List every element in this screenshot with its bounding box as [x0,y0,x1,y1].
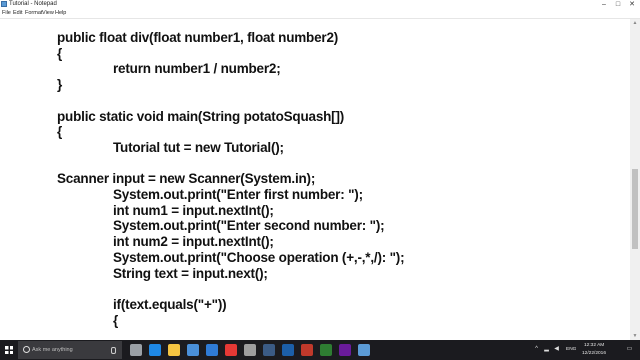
scroll-down-arrow-icon[interactable]: ▼ [630,332,640,340]
photoshop-icon[interactable] [282,344,294,356]
window-title: Tutorial - Notepad [9,1,57,7]
start-button[interactable] [0,340,18,360]
app-icon-12[interactable] [339,344,351,356]
code-line: if(text.equals("+")) [113,296,227,312]
app-icon-10[interactable] [301,344,313,356]
code-line: System.out.print("Choose operation (+,-,… [113,249,405,265]
edge-icon[interactable] [149,344,161,356]
code-line: return number1 / number2; [113,61,281,77]
code-line: Scanner input = new Scanner(System.in); [57,171,316,187]
code-line: public static void main(String potatoSqu… [57,108,345,124]
code-line: { [113,312,119,328]
menu-bar: File Edit Format View Help [0,9,640,19]
menu-format[interactable]: Format [25,9,42,18]
scroll-up-arrow-icon[interactable]: ▲ [630,19,640,27]
scroll-thumb[interactable] [632,169,638,249]
steam-icon[interactable] [263,344,275,356]
code-line: String text = input.next(); [113,265,268,281]
volume-icon[interactable]: ◀ [553,346,560,353]
code-line: int num2 = input.nextInt(); [113,234,274,250]
chrome-icon[interactable] [225,344,237,356]
notifications-icon[interactable]: ▭ [626,346,633,353]
chevron-up-icon[interactable]: ^ [533,346,540,353]
settings-icon[interactable] [244,344,256,356]
code-line: { [57,45,63,61]
maximize-button[interactable]: □ [612,0,624,9]
code-line: Tutorial tut = new Tutorial(); [113,139,284,155]
code-line: public float div(float number1, float nu… [57,30,339,45]
store-icon[interactable] [187,344,199,356]
title-bar: Tutorial - Notepad – □ ✕ [0,0,640,9]
file-explorer-icon[interactable] [168,344,180,356]
network-icon[interactable]: ▂ [543,346,550,353]
notepad-app-icon [1,1,7,7]
menu-edit[interactable]: Edit [13,9,22,18]
app-icon-11[interactable] [320,344,332,356]
search-placeholder: Ask me anything [32,347,73,353]
microphone-icon[interactable] [111,347,116,354]
search-box[interactable]: Ask me anything [18,341,122,359]
vertical-scrollbar[interactable]: ▲ ▼ [630,19,640,340]
code-line: System.out.print("Enter first number: ")… [113,187,363,202]
windows-logo-icon [5,346,13,354]
notepad-icon[interactable] [358,344,370,356]
code-line: { [57,124,63,140]
clock-time[interactable]: 12:32 AM [584,343,604,348]
taskbar: Ask me anything ^ ▂ ◀ ENG 12:32 AM 12/22… [0,340,640,360]
task-view-icon[interactable] [130,344,142,356]
code-line: System.out.print("Enter second number: "… [113,218,385,234]
mail-icon[interactable] [206,344,218,356]
language-indicator[interactable]: ENG [566,347,576,352]
menu-view[interactable]: View [42,9,54,18]
code-line: } [57,77,63,93]
search-icon [23,346,30,353]
menu-file[interactable]: File [2,9,11,18]
menu-help[interactable]: Help [55,9,66,18]
minimize-button[interactable]: – [598,0,610,9]
text-editor[interactable]: public float div(float number1, float nu… [0,19,630,340]
clock-date[interactable]: 12/22/2016 [582,351,606,356]
close-button[interactable]: ✕ [626,0,638,9]
code-line: int num1 = input.nextInt(); [113,202,274,218]
